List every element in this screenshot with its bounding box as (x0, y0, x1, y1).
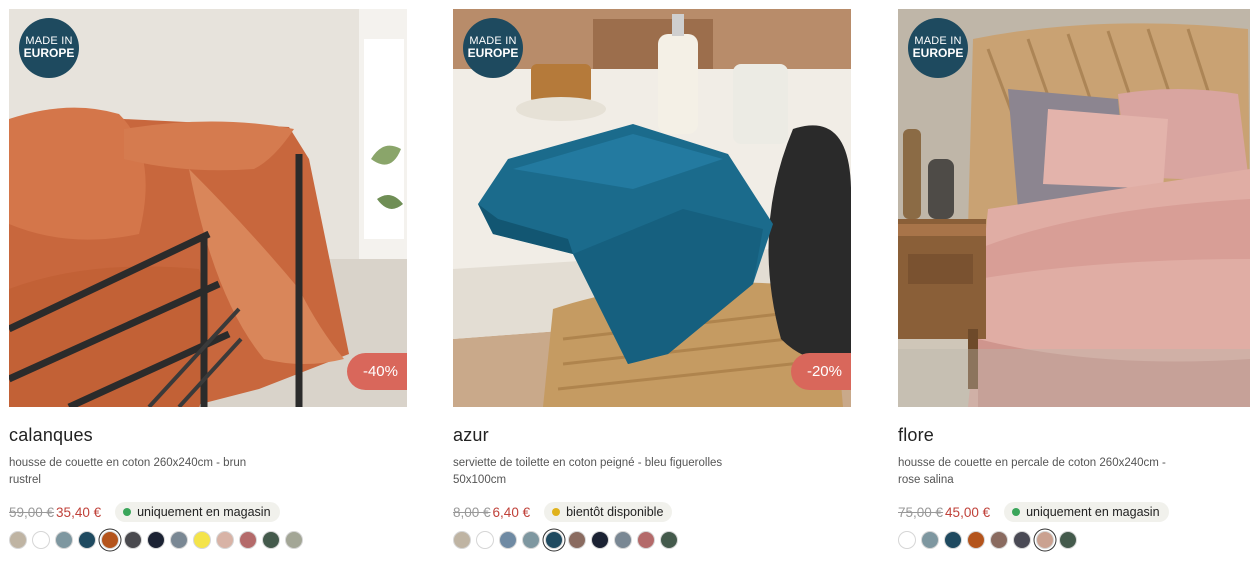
product-image[interactable]: MADE IN EUROPE -20% (453, 9, 851, 407)
new-price: 6,40 € (492, 504, 531, 520)
availability-dot-icon (552, 508, 561, 516)
badge-line2: EUROPE (912, 46, 964, 61)
availability-badge: uniquement en magasin (115, 502, 280, 522)
color-swatch[interactable] (147, 531, 165, 549)
availability-label: uniquement en magasin (137, 505, 271, 519)
availability-dot-icon (123, 508, 132, 516)
color-swatches (453, 531, 683, 549)
availability-label: bientôt disponible (566, 505, 664, 519)
new-price: 35,40 € (56, 504, 102, 520)
product-image[interactable]: MADE IN EUROPE - (898, 9, 1250, 407)
availability-label: uniquement en magasin (1026, 505, 1160, 519)
color-swatches (9, 531, 308, 549)
made-in-europe-badge: MADE IN EUROPE (908, 18, 968, 78)
color-swatch[interactable] (78, 531, 96, 549)
price-row: 75,00 € 45,00 € uniquement en magasin (898, 502, 1169, 522)
color-swatch[interactable] (101, 531, 119, 549)
color-swatch[interactable] (898, 531, 916, 549)
product-description: housse de couette en percale de coton 26… (898, 457, 1166, 486)
product-description: housse de couette en coton 260x240cm - b… (9, 457, 247, 486)
new-price: 45,00 € (945, 504, 991, 520)
color-swatch[interactable] (545, 531, 563, 549)
color-swatch[interactable] (124, 531, 142, 549)
availability-badge: bientôt disponible (544, 502, 673, 522)
product-card[interactable]: MADE IN EUROPE -20% azur serviette de to… (453, 9, 851, 549)
product-image[interactable]: MADE IN EUROPE -40% (9, 9, 407, 407)
color-swatch[interactable] (9, 531, 27, 549)
color-swatches (898, 531, 1082, 549)
price-row: 8,00 € 6,40 € bientôt disponible (453, 502, 673, 522)
color-swatch[interactable] (921, 531, 939, 549)
product-card[interactable]: MADE IN EUROPE - flore housse de couette… (898, 9, 1250, 549)
made-in-europe-badge: MADE IN EUROPE (463, 18, 523, 78)
color-swatch[interactable] (55, 531, 73, 549)
product-card[interactable]: MADE IN EUROPE -40% calanques housse de … (9, 9, 407, 549)
color-swatch[interactable] (614, 531, 632, 549)
color-swatch[interactable] (660, 531, 678, 549)
color-swatch[interactable] (1059, 531, 1077, 549)
color-swatch[interactable] (568, 531, 586, 549)
price-row: 59,00 € 35,40 € uniquement en magasin (9, 502, 280, 522)
color-swatch[interactable] (216, 531, 234, 549)
made-in-europe-badge: MADE IN EUROPE (19, 18, 79, 78)
color-swatch[interactable] (239, 531, 257, 549)
product-name[interactable]: flore (898, 425, 1250, 446)
color-swatch[interactable] (262, 531, 280, 549)
discount-badge: -40% (346, 353, 407, 390)
badge-line2: EUROPE (467, 46, 519, 61)
color-swatch[interactable] (453, 531, 471, 549)
color-swatch[interactable] (967, 531, 985, 549)
color-swatch[interactable] (1036, 531, 1054, 549)
color-swatch[interactable] (476, 531, 494, 549)
discount-badge: -20% (790, 353, 851, 390)
product-name[interactable]: calanques (9, 425, 407, 446)
color-swatch[interactable] (637, 531, 655, 549)
old-price: 59,00 € (9, 504, 55, 520)
product-name[interactable]: azur (453, 425, 851, 446)
color-swatch[interactable] (522, 531, 540, 549)
badge-line2: EUROPE (23, 46, 75, 61)
color-swatch[interactable] (170, 531, 188, 549)
color-swatch[interactable] (944, 531, 962, 549)
color-swatch[interactable] (285, 531, 303, 549)
color-swatch[interactable] (193, 531, 211, 549)
availability-dot-icon (1012, 508, 1021, 516)
color-swatch[interactable] (990, 531, 1008, 549)
color-swatch[interactable] (32, 531, 50, 549)
color-swatch[interactable] (591, 531, 609, 549)
color-swatch[interactable] (1013, 531, 1031, 549)
old-price: 75,00 € (898, 504, 944, 520)
old-price: 8,00 € (453, 504, 491, 520)
color-swatch[interactable] (499, 531, 517, 549)
availability-badge: uniquement en magasin (1004, 502, 1169, 522)
product-description: serviette de toilette en coton peigné - … (453, 457, 723, 486)
